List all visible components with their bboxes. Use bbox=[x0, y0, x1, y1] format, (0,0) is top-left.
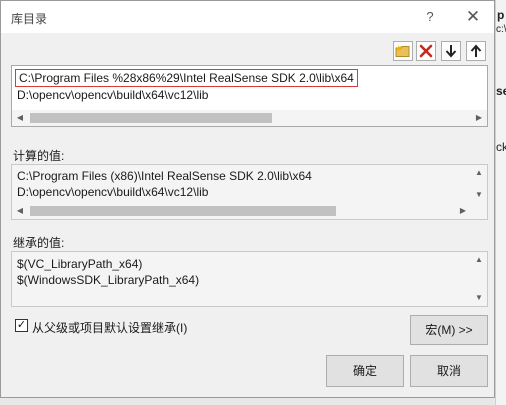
inherit-checkbox[interactable]: ✓ bbox=[15, 319, 28, 332]
inherit-checkbox-label[interactable]: 从父级或项目默认设置继承(I) bbox=[32, 319, 187, 336]
inherited-values-list: $(VC_LibraryPath_x64) $(WindowsSDK_Libra… bbox=[11, 251, 488, 307]
cancel-button[interactable]: 取消 bbox=[410, 355, 488, 387]
scrollbar-corner bbox=[471, 203, 487, 219]
dialog-title: 库目录 bbox=[11, 12, 48, 26]
macros-button[interactable]: 宏(M) >> bbox=[410, 315, 488, 345]
scroll-left-icon[interactable]: ◀ bbox=[12, 203, 28, 219]
scrollbar-thumb[interactable] bbox=[30, 113, 272, 123]
background-text-fragment: p bbox=[497, 8, 505, 22]
list-item: D:\opencv\opencv\build\x64\vc12\lib bbox=[17, 185, 209, 199]
horizontal-scrollbar[interactable]: ◀ ▶ bbox=[12, 203, 471, 219]
scroll-right-icon[interactable]: ▶ bbox=[471, 110, 487, 126]
list-item: $(WindowsSDK_LibraryPath_x64) bbox=[17, 273, 200, 287]
background-text-fragment: se bbox=[496, 84, 506, 98]
delete-x-icon bbox=[419, 44, 433, 58]
background-text-fragment: c:\V bbox=[496, 24, 506, 35]
background-text-fragment: ck bbox=[496, 140, 506, 154]
scroll-down-icon[interactable]: ▼ bbox=[471, 187, 487, 203]
close-button[interactable]: ✕ bbox=[462, 7, 484, 27]
vertical-scrollbar[interactable]: ▲ ▼ bbox=[471, 165, 487, 203]
scroll-left-icon[interactable]: ◀ bbox=[12, 110, 28, 126]
ok-button[interactable]: 确定 bbox=[326, 355, 404, 387]
new-line-button[interactable] bbox=[393, 41, 413, 61]
list-item: $(VC_LibraryPath_x64) bbox=[17, 257, 143, 271]
title-bar: 库目录 ? ✕ bbox=[1, 1, 494, 33]
evaluated-values-label: 计算的值: bbox=[13, 149, 65, 163]
delete-line-button[interactable] bbox=[416, 41, 436, 61]
scroll-down-icon[interactable]: ▼ bbox=[471, 290, 487, 306]
move-up-button[interactable] bbox=[466, 41, 486, 61]
evaluated-values-list: C:\Program Files (x86)\Intel RealSense S… bbox=[11, 164, 488, 220]
scroll-right-icon[interactable]: ▶ bbox=[455, 203, 471, 219]
arrow-down-icon bbox=[445, 45, 457, 58]
inherited-values-label: 继承的值: bbox=[13, 236, 65, 250]
help-button[interactable]: ? bbox=[419, 7, 441, 27]
directory-edit-list[interactable]: C:\Program Files %28x86%29\Intel RealSen… bbox=[11, 65, 488, 127]
vertical-scrollbar[interactable]: ▲ ▼ bbox=[471, 252, 487, 306]
horizontal-scrollbar[interactable]: ◀ ▶ bbox=[12, 110, 487, 126]
list-item[interactable]: D:\opencv\opencv\build\x64\vc12\lib bbox=[17, 87, 208, 103]
background-window-edge bbox=[495, 0, 506, 405]
library-directories-dialog: 库目录 ? ✕ C:\Program Files %28x86%29\Intel… bbox=[0, 0, 495, 398]
folder-new-icon bbox=[395, 45, 410, 57]
list-item: C:\Program Files (x86)\Intel RealSense S… bbox=[17, 169, 312, 183]
list-item-selected[interactable]: C:\Program Files %28x86%29\Intel RealSen… bbox=[15, 69, 358, 87]
arrow-up-icon bbox=[470, 44, 482, 57]
scroll-up-icon[interactable]: ▲ bbox=[471, 165, 487, 181]
scrollbar-thumb[interactable] bbox=[30, 206, 336, 216]
scroll-up-icon[interactable]: ▲ bbox=[471, 252, 487, 268]
move-down-button[interactable] bbox=[441, 41, 461, 61]
